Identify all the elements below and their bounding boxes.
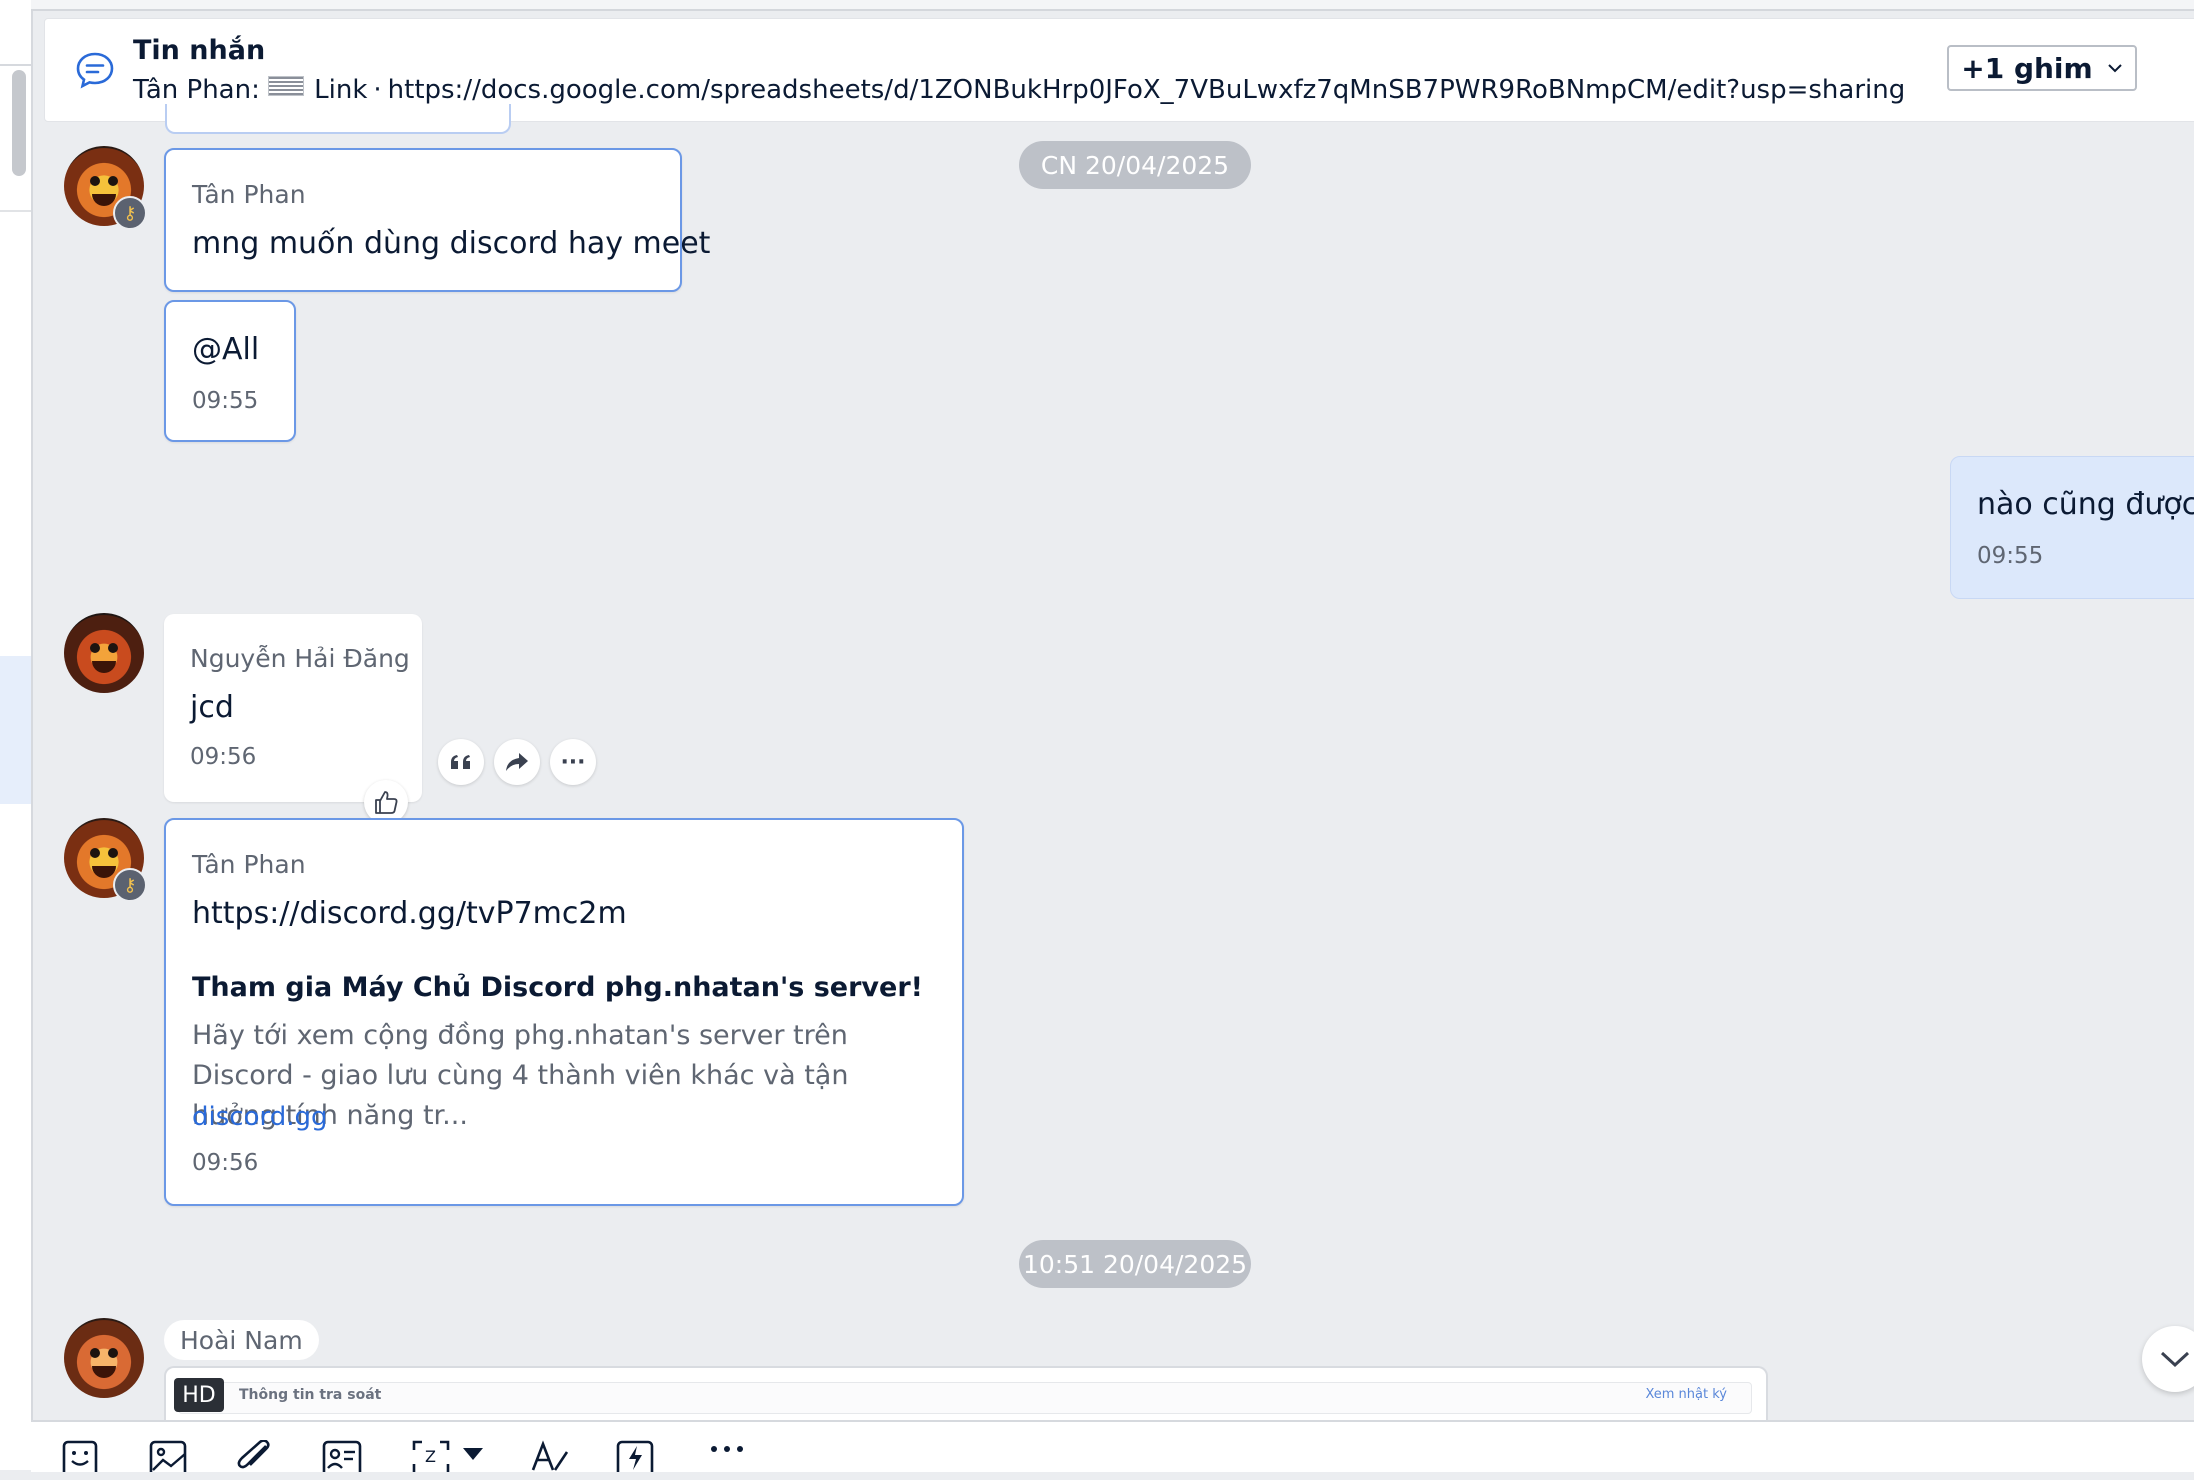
message-bubble[interactable]: Tân Phan mng muốn dùng discord hay meet <box>164 148 710 292</box>
sender-name: Hoài Nam <box>164 1320 319 1360</box>
quick-message-button[interactable] <box>615 1440 655 1472</box>
quote-icon <box>451 755 470 769</box>
message-text: nào cũng được <box>1977 487 2194 522</box>
date-separator: CN 20/04/2025 <box>1019 141 1251 189</box>
conversation-list-scrollbar[interactable] <box>12 70 26 176</box>
divider <box>0 210 31 212</box>
chevron-down-icon <box>2160 1351 2190 1368</box>
chat-bubble-icon <box>76 52 114 89</box>
message-bubble[interactable]: Tân Phan https://discord.gg/tvP7mc2m Tha… <box>164 818 964 1206</box>
image-icon <box>149 1440 187 1472</box>
pinned-title: Tin nhắn <box>133 35 266 66</box>
image-text: Thông tin tra soát <box>239 1387 382 1403</box>
thumbs-up-icon <box>375 791 398 814</box>
left-panel-edge <box>0 0 33 1470</box>
pinned-type: Link <box>314 75 368 105</box>
toolbar-more-button[interactable] <box>707 1444 747 1476</box>
hd-badge: HD <box>174 1378 224 1412</box>
more-icon: ··· <box>560 749 586 775</box>
avatar[interactable] <box>64 613 144 693</box>
message-time: 09:56 <box>192 1150 259 1176</box>
link-preview-title[interactable]: Tham gia Máy Chủ Discord phg.nhatan's se… <box>192 972 923 1003</box>
message-time: 09:55 <box>192 388 259 414</box>
contact-card-button[interactable] <box>322 1440 362 1472</box>
pins-count-label: +1 ghim <box>1961 51 2093 85</box>
message-time: 09:55 <box>1977 543 2044 569</box>
forward-icon <box>506 753 528 771</box>
more-icon <box>711 1446 743 1452</box>
pins-dropdown-button[interactable]: +1 ghim <box>1947 45 2137 91</box>
key-icon: ⚷ <box>113 196 147 230</box>
screenshot-options-button[interactable] <box>461 1448 485 1480</box>
link-thumbnail-icon <box>268 76 305 96</box>
screenshot-icon: Z <box>412 1440 450 1472</box>
quick-message-icon <box>616 1440 654 1472</box>
svg-text:Z: Z <box>425 1447 436 1466</box>
message-text: mng muốn dùng discord hay meet <box>192 226 711 261</box>
pinned-url[interactable]: https://docs.google.com/spreadsheets/d/1… <box>388 75 1906 105</box>
chevron-down-icon <box>2108 64 2122 73</box>
sticker-button[interactable] <box>60 1440 100 1472</box>
message-time: 09:56 <box>190 744 257 770</box>
pinned-sender: Tân Phan: <box>133 75 260 105</box>
forward-button[interactable] <box>494 739 540 785</box>
link-preview-domain[interactable]: discord.gg <box>192 1102 327 1132</box>
avatar[interactable] <box>64 1318 144 1398</box>
message-link[interactable]: https://discord.gg/tvP7mc2m <box>192 896 627 931</box>
scroll-to-bottom-button[interactable] <box>2142 1326 2194 1392</box>
sender-name: Tân Phan <box>192 180 306 209</box>
quote-button[interactable] <box>438 739 484 785</box>
active-conversation-highlight[interactable] <box>0 656 31 804</box>
contact-card-icon <box>322 1440 362 1472</box>
image-button[interactable] <box>148 1440 188 1472</box>
attachment-icon <box>237 1440 270 1469</box>
own-message-bubble[interactable]: nào cũng được 09:55 <box>1950 456 2194 599</box>
sender-name: Tân Phan <box>192 850 306 879</box>
image-content: Thông tin tra soát Xem nhật ký <box>178 1382 1752 1414</box>
message-bubble[interactable]: @All 09:55 <box>164 300 296 442</box>
message-text: jcd <box>190 690 234 725</box>
image-text: Xem nhật ký <box>1645 1387 1727 1402</box>
attach-file-button[interactable] <box>235 1440 275 1472</box>
mention-all[interactable]: @All <box>192 332 259 367</box>
header-strip <box>31 0 2194 11</box>
text-format-button[interactable] <box>531 1440 571 1472</box>
message-more-button[interactable]: ··· <box>550 739 596 785</box>
date-separator: 10:51 20/04/2025 <box>1019 1240 1251 1288</box>
image-message[interactable]: Thông tin tra soát Xem nhật ký <box>164 1366 1768 1420</box>
separator: · <box>373 75 382 105</box>
key-icon: ⚷ <box>113 868 147 902</box>
composer-toolbar: Z <box>31 1420 2194 1472</box>
dropdown-icon <box>463 1448 483 1460</box>
screenshot-button[interactable]: Z <box>411 1440 451 1472</box>
sticker-icon <box>62 1440 98 1472</box>
message-bubble[interactable]: Nguyễn Hải Đăng jcd 09:56 <box>164 614 422 802</box>
previous-message-bubble[interactable] <box>165 104 511 134</box>
divider <box>0 64 31 66</box>
sender-name: Nguyễn Hải Đăng <box>190 644 410 673</box>
text-format-icon <box>531 1440 569 1471</box>
pinned-content[interactable]: Tân Phan: Link · https://docs.google.com/s… <box>133 75 1905 105</box>
